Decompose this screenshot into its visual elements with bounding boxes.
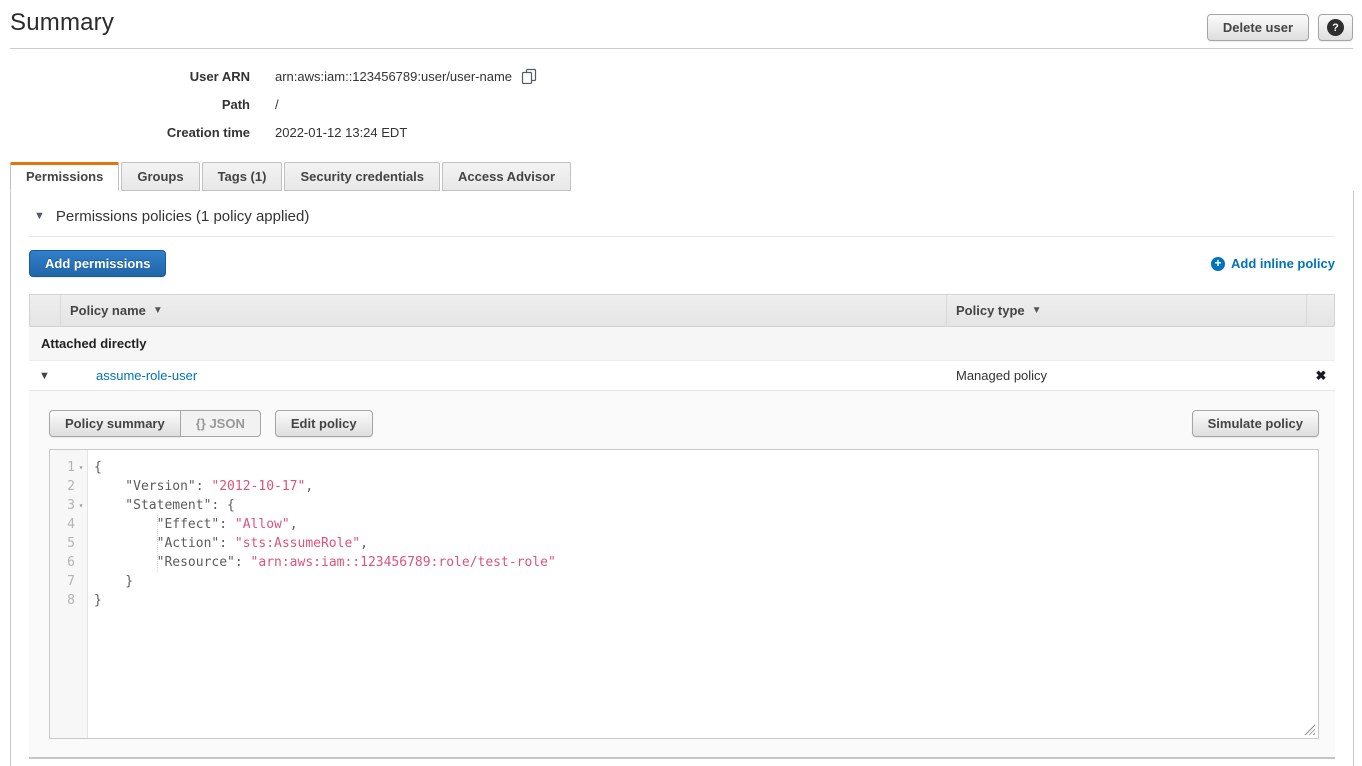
creation-time-value: 2022-01-12 13:24 EDT [275,125,407,140]
policy-name-header-label: Policy name [70,303,146,318]
page-header: Summary Delete user ? [10,0,1353,49]
policy-detail-toolbar: Policy summary {} JSON Edit policy Simul… [49,410,1319,437]
user-arn-label: User ARN [0,69,250,84]
path-value: / [275,97,279,112]
creation-time-row: Creation time 2022-01-12 13:24 EDT [0,118,1362,146]
add-inline-policy-link[interactable]: + Add inline policy [1211,256,1335,271]
permissions-policies-section-header[interactable]: ▼ Permissions policies (1 policy applied… [29,191,1335,236]
policy-name-link[interactable]: assume-role-user [96,368,197,383]
indent-guide [157,515,158,572]
policy-type-cell: Managed policy [947,368,1307,383]
json-view-button[interactable]: {} JSON [181,410,261,437]
policy-json-editor[interactable]: 1▾23▾45678 { "Version": "2012-10-17", "S… [49,449,1319,739]
add-permissions-button[interactable]: Add permissions [29,250,166,277]
editor-line-number-gutter[interactable]: 1▾23▾45678 [50,450,88,738]
attached-directly-group-row: Attached directly [29,327,1335,361]
table-row: ▼ assume-role-user Managed policy ✖ [29,361,1335,391]
permissions-tab-panel: ▼ Permissions policies (1 policy applied… [10,191,1354,766]
delete-user-button[interactable]: Delete user [1207,14,1309,41]
creation-time-label: Creation time [0,125,250,140]
user-arn-value: arn:aws:iam::123456789:user/user-name [275,68,537,84]
sort-caret-icon: ▼ [1032,305,1042,316]
tab-security-credentials[interactable]: Security credentials [284,162,440,191]
user-arn-row: User ARN arn:aws:iam::123456789:user/use… [0,62,1362,90]
page-title: Summary [10,9,114,37]
tab-permissions[interactable]: Permissions [10,162,119,191]
policy-view-segmented-control: Policy summary {} JSON [49,410,261,437]
copy-icon[interactable] [521,68,537,84]
path-label: Path [0,97,250,112]
tab-bar: Permissions Groups Tags (1) Security cre… [10,162,1362,191]
policy-table-header: Policy name ▼ Policy type ▼ [29,294,1335,327]
add-inline-policy-label: Add inline policy [1231,256,1335,271]
editor-code-area[interactable]: { "Version": "2012-10-17", "Statement": … [88,450,1318,738]
question-mark-icon: ? [1327,19,1344,36]
simulate-policy-button[interactable]: Simulate policy [1192,410,1319,437]
remove-policy-icon[interactable]: ✖ [1307,368,1335,384]
remove-column-header [1306,295,1334,326]
row-expand-caret-icon[interactable]: ▼ [29,370,60,382]
plus-circle-icon: + [1211,257,1225,271]
policy-name-column-header[interactable]: Policy name ▼ [61,295,946,326]
expand-column-header [30,295,61,326]
policy-name-cell: assume-role-user [60,368,947,383]
user-arn-text: arn:aws:iam::123456789:user/user-name [275,69,512,84]
permissions-policies-title: Permissions policies (1 policy applied) [56,208,309,225]
policy-actions-row: Add permissions + Add inline policy [29,250,1335,277]
tab-tags[interactable]: Tags (1) [202,162,283,191]
header-actions: Delete user ? [1207,9,1353,41]
policy-detail-panel: Policy summary {} JSON Edit policy Simul… [29,391,1335,759]
policy-summary-button[interactable]: Policy summary [49,410,181,437]
tab-access-advisor[interactable]: Access Advisor [442,162,571,191]
sort-caret-icon: ▼ [153,305,163,316]
policy-type-header-label: Policy type [956,303,1025,318]
edit-policy-button[interactable]: Edit policy [275,410,373,437]
path-row: Path / [0,90,1362,118]
user-summary-fields: User ARN arn:aws:iam::123456789:user/use… [0,49,1362,162]
collapse-caret-icon: ▼ [34,211,45,222]
help-button[interactable]: ? [1318,14,1353,41]
section-divider [29,236,1335,237]
policy-type-column-header[interactable]: Policy type ▼ [946,295,1306,326]
tab-groups[interactable]: Groups [121,162,199,191]
